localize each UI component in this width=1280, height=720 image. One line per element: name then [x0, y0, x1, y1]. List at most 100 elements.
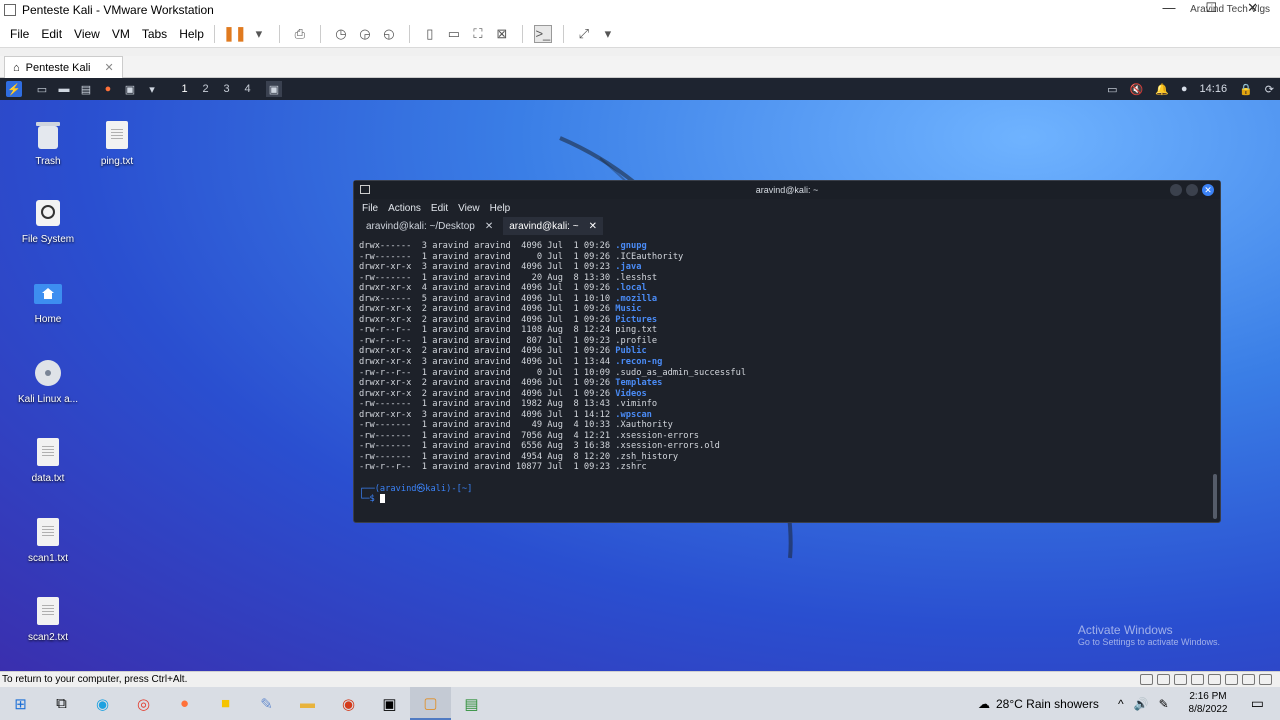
terminal-window[interactable]: aravind@kali: ~ ✕ File Actions Edit View…	[353, 180, 1221, 523]
hard-disk-icon[interactable]	[1140, 674, 1153, 685]
console-view-icon[interactable]: >_	[533, 24, 552, 43]
desktop-icon-kali-linux[interactable]: Kali Linux a...	[3, 356, 93, 405]
notification-icon[interactable]: ▭	[1251, 695, 1264, 712]
firefox-icon[interactable]: ●	[164, 687, 205, 720]
guest-desktop[interactable]: ⚡ ▭ ▬ ▤ ● ▣ ▾ 1 2 3 4 ▣ ▭ 🔇 🔔 ● 14:16 🔒 …	[0, 78, 1280, 671]
workspace-1[interactable]: 1	[174, 83, 195, 95]
chevron-up-icon[interactable]: ^	[1118, 697, 1124, 711]
vm-tab-label: Penteste Kali	[25, 61, 91, 74]
minimize-icon[interactable]: —	[1162, 0, 1175, 16]
show-desktop-icon[interactable]: ▭	[34, 81, 50, 97]
weather-widget[interactable]: ☁ 28°C Rain showers	[978, 687, 1099, 720]
taskbar-clock[interactable]: 2:16 PM 8/8/2022	[1184, 690, 1232, 716]
fullscreen-icon[interactable]: ⛶	[469, 25, 487, 43]
desktop-icon-file-system[interactable]: File System	[3, 196, 93, 245]
terminal-window-button-icon[interactable]: ▣	[266, 81, 282, 97]
revert-snapshot-icon[interactable]: ◶	[356, 25, 374, 43]
recorder-icon[interactable]: ◉	[328, 687, 369, 720]
vmware-taskbar-icon[interactable]: ▢	[410, 687, 451, 720]
sticky-notes-icon[interactable]: ■	[205, 687, 246, 720]
pause-icon[interactable]: ❚❚	[223, 25, 246, 43]
cd-drive-icon[interactable]	[1157, 674, 1170, 685]
task-view-icon[interactable]: ⧉	[41, 687, 82, 720]
power-status-icon[interactable]: ●	[1181, 83, 1188, 95]
workspace-4[interactable]: 4	[237, 83, 258, 95]
terminal-menu-actions[interactable]: Actions	[388, 203, 421, 214]
desktop-icon-scan1-txt[interactable]: scan1.txt	[3, 515, 93, 564]
network-adapter-icon[interactable]	[1174, 674, 1187, 685]
terminal-launcher-icon[interactable]: ▣	[122, 81, 138, 97]
prompt-input-line[interactable]: └─$	[359, 494, 1210, 505]
file-explorer-icon[interactable]: ▬	[287, 687, 328, 720]
sound-card-icon[interactable]	[1208, 674, 1221, 685]
file-name: .zsh_history	[615, 451, 679, 462]
terminal-menu-help[interactable]: Help	[490, 203, 511, 214]
dropdown-arrow-icon[interactable]: ▾	[250, 25, 268, 43]
menu-help[interactable]: Help	[179, 27, 204, 41]
close-tab-icon[interactable]: ✕	[589, 221, 597, 232]
mute-icon[interactable]: 🔇	[1129, 83, 1143, 96]
kali-menu-icon[interactable]: ⚡	[6, 81, 22, 97]
terminal-titlebar[interactable]: aravind@kali: ~ ✕	[354, 181, 1220, 199]
snapshot-icon[interactable]: ◷	[332, 25, 350, 43]
chrome-icon[interactable]: ◎	[123, 687, 164, 720]
chevron-down-icon[interactable]: ▾	[144, 81, 160, 97]
stretch-guest-icon[interactable]: ⤢	[575, 25, 593, 43]
windows-start-icon[interactable]: ⊞	[0, 687, 41, 720]
dropdown-arrow-icon[interactable]: ▾	[599, 25, 617, 43]
terminal-menu-edit[interactable]: Edit	[431, 203, 448, 214]
printer-icon[interactable]	[1225, 674, 1238, 685]
menu-vm[interactable]: VM	[112, 27, 130, 41]
terminal-taskbar-icon[interactable]: ▣	[369, 687, 410, 720]
trash-icon	[31, 118, 65, 152]
terminal-output[interactable]: drwx------ 3 aravind aravind 4096 Jul 1 …	[359, 241, 1210, 518]
thumbnail-bar-icon[interactable]: ▭	[445, 25, 463, 43]
notepad-icon[interactable]: ▤	[451, 687, 492, 720]
desktop-icon-ping-txt[interactable]: ping.txt	[72, 118, 162, 167]
menu-tabs[interactable]: Tabs	[142, 27, 167, 41]
file-name: .wpscan	[615, 409, 652, 420]
menu-edit[interactable]: Edit	[41, 27, 62, 41]
terminal-menu-view[interactable]: View	[458, 203, 480, 214]
show-library-icon[interactable]: ▯	[421, 25, 439, 43]
text-editor-icon[interactable]: ▤	[78, 81, 94, 97]
vm-tab-penteste-kali[interactable]: ⌂ Penteste Kali ✕	[4, 56, 123, 78]
close-tab-icon[interactable]: ✕	[485, 221, 493, 232]
close-tab-icon[interactable]: ✕	[104, 61, 113, 74]
terminal-window-controls: ✕	[1170, 184, 1214, 196]
desktop-icon-scan2-txt[interactable]: scan2.txt	[3, 594, 93, 643]
close-icon[interactable]: ✕	[1202, 184, 1214, 196]
workspace-2[interactable]: 2	[195, 83, 216, 95]
unity-icon[interactable]: ⊠	[493, 25, 511, 43]
maximize-icon[interactable]	[1186, 184, 1198, 196]
volume-icon[interactable]: 🔊	[1134, 697, 1149, 711]
terminal-tab-desktop[interactable]: aravind@kali: ~/Desktop ✕	[360, 217, 499, 235]
firefox-icon[interactable]: ●	[100, 81, 116, 97]
desktop-icon-data-txt[interactable]: data.txt	[3, 435, 93, 484]
desktop-icon-home[interactable]: Home	[3, 276, 93, 325]
edge-icon[interactable]: ◉	[82, 687, 123, 720]
terminal-scrollbar[interactable]	[1213, 474, 1217, 519]
window-title: Penteste Kali - VMware Workstation	[22, 3, 214, 17]
snapshot-manager-icon[interactable]: ◵	[380, 25, 398, 43]
bell-icon[interactable]: 🔔	[1155, 83, 1169, 96]
logout-icon[interactable]: ⟳	[1265, 83, 1274, 96]
text-file-icon	[100, 118, 134, 152]
screen-icon[interactable]: ▭	[1107, 83, 1117, 96]
send-ctrl-alt-del-icon[interactable]: ⎙	[291, 25, 309, 43]
pen-icon[interactable]: ✎	[1159, 697, 1169, 711]
usb-icon[interactable]	[1191, 674, 1204, 685]
menu-file[interactable]: File	[10, 27, 29, 41]
desktop-icon-label: scan1.txt	[27, 553, 69, 564]
paint-icon[interactable]: ✎	[246, 687, 287, 720]
workspace-3[interactable]: 3	[216, 83, 237, 95]
lock-icon[interactable]: 🔒	[1239, 83, 1253, 96]
menu-view[interactable]: View	[74, 27, 100, 41]
file-manager-icon[interactable]: ▬	[56, 81, 72, 97]
message-icon[interactable]	[1259, 674, 1272, 685]
display-icon[interactable]	[1242, 674, 1255, 685]
file-meta: drwxr-xr-x 2 aravind aravind 4096 Jul 1 …	[359, 314, 616, 325]
minimize-icon[interactable]	[1170, 184, 1182, 196]
terminal-tab-home[interactable]: aravind@kali: ~ ✕	[503, 217, 603, 235]
terminal-menu-file[interactable]: File	[362, 203, 378, 214]
